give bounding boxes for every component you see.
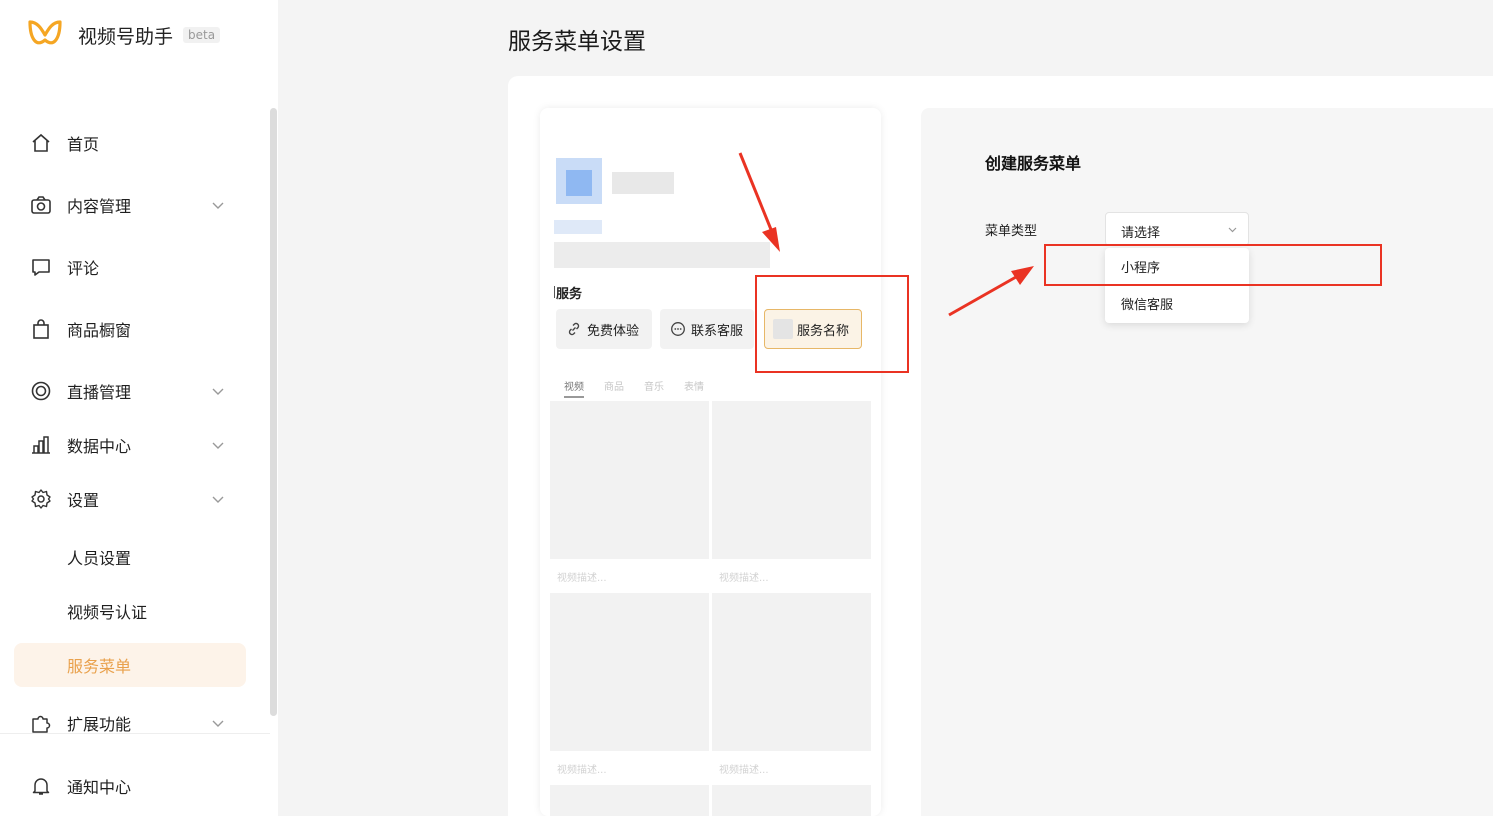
video-thumbnail[interactable] (712, 593, 871, 751)
video-thumbnail[interactable] (550, 593, 709, 751)
nav-item-extensions[interactable]: 扩展功能 (0, 701, 260, 745)
preview-tabs: 视频 商品 音乐 表情 (564, 378, 704, 398)
link-icon (568, 322, 580, 336)
app-logo[interactable]: 视频号助手 beta (26, 18, 221, 52)
nav-label: 服务菜单 (67, 657, 132, 676)
nav-label: 首页 (67, 135, 100, 154)
video-caption: 视频描述... (557, 573, 607, 584)
tab-videos[interactable]: 视频 (564, 378, 584, 398)
menu-type-select[interactable]: 请选择 (1105, 212, 1249, 246)
contact-service-button[interactable]: 联系客服 (660, 309, 754, 349)
comment-icon (32, 259, 50, 276)
menu-type-label: 菜单类型 (985, 224, 1038, 239)
nav-label: 扩展功能 (67, 715, 132, 734)
button-label: 联系客服 (691, 323, 744, 339)
nav-item-service-menu[interactable]: 服务菜单 (14, 643, 246, 687)
blurred-name (612, 172, 674, 194)
nav-item-home[interactable]: 首页 (0, 121, 260, 165)
nav-label: 商品橱窗 (67, 321, 132, 340)
sidebar: 视频号助手 beta 首页 内容管理 评论 商品橱窗 直播管理 数据中心 设置 … (0, 0, 278, 816)
nav-label: 人员设置 (67, 549, 132, 568)
chevron-down-icon (212, 496, 224, 503)
nav-label: 评论 (67, 259, 100, 278)
chevron-down-icon (212, 388, 224, 395)
gear-icon (31, 489, 51, 509)
nav-item-verify[interactable]: 视频号认证 (0, 589, 260, 633)
annotation-box (755, 275, 909, 373)
nav-item-staff[interactable]: 人员设置 (0, 535, 260, 579)
camera-icon (31, 196, 51, 214)
bar-chart-icon (32, 436, 50, 454)
nav-item-comments[interactable]: 评论 (0, 245, 260, 289)
chevron-down-icon (1228, 227, 1237, 233)
beta-badge: beta (183, 27, 221, 43)
video-caption: 视频描述... (719, 765, 769, 776)
nav-item-settings[interactable]: 设置 (0, 477, 260, 521)
nav-item-notifications[interactable]: 通知中心 (0, 764, 260, 808)
button-label: 免费体验 (587, 323, 640, 339)
annotation-box (1044, 244, 1382, 286)
video-thumbnail[interactable] (712, 785, 871, 816)
nav-label: 数据中心 (67, 437, 132, 456)
video-caption: 视频描述... (557, 765, 607, 776)
puzzle-icon (32, 715, 51, 733)
option-wechat-service[interactable]: 微信客服 (1121, 294, 1173, 313)
home-icon (32, 133, 50, 152)
select-value: 请选择 (1121, 226, 1161, 241)
nav-item-content[interactable]: 内容管理 (0, 183, 260, 227)
page-title: 服务菜单设置 (508, 29, 646, 55)
tab-products[interactable]: 商品 (604, 378, 624, 398)
nav-item-live[interactable]: 直播管理 (0, 369, 260, 413)
free-trial-button[interactable]: 免费体验 (556, 309, 652, 349)
video-thumbnail[interactable] (712, 401, 871, 559)
live-icon (31, 381, 51, 401)
video-thumbnail[interactable] (550, 401, 709, 559)
nav-item-data[interactable]: 数据中心 (0, 423, 260, 467)
sidebar-scrollbar[interactable] (270, 108, 277, 716)
bell-icon (32, 778, 50, 795)
app-name: 视频号助手 (78, 25, 174, 48)
nav-item-shop[interactable]: 商品橱窗 (0, 307, 260, 351)
tab-music[interactable]: 音乐 (644, 378, 664, 398)
chat-bubble-icon (671, 322, 685, 336)
service-section-title: 服务 (553, 283, 582, 302)
app-logo-icon (28, 20, 62, 45)
video-caption: 视频描述... (719, 573, 769, 584)
chevron-down-icon (212, 442, 224, 449)
video-thumbnail[interactable] (550, 785, 709, 816)
chevron-down-icon (212, 202, 224, 209)
form-title: 创建服务菜单 (985, 154, 1082, 173)
nav-label: 设置 (67, 491, 100, 510)
blurred-description (554, 242, 770, 268)
nav-label: 通知中心 (67, 778, 132, 797)
blurred-avatar-inner (566, 170, 592, 196)
chevron-down-icon (212, 720, 224, 727)
nav-label: 直播管理 (67, 383, 132, 402)
nav-label: 内容管理 (67, 197, 132, 216)
sidebar-divider (0, 733, 270, 734)
shopping-bag-icon (33, 319, 49, 339)
blurred-tag (554, 220, 602, 234)
nav-label: 视频号认证 (67, 603, 148, 622)
tab-stickers[interactable]: 表情 (684, 378, 704, 398)
